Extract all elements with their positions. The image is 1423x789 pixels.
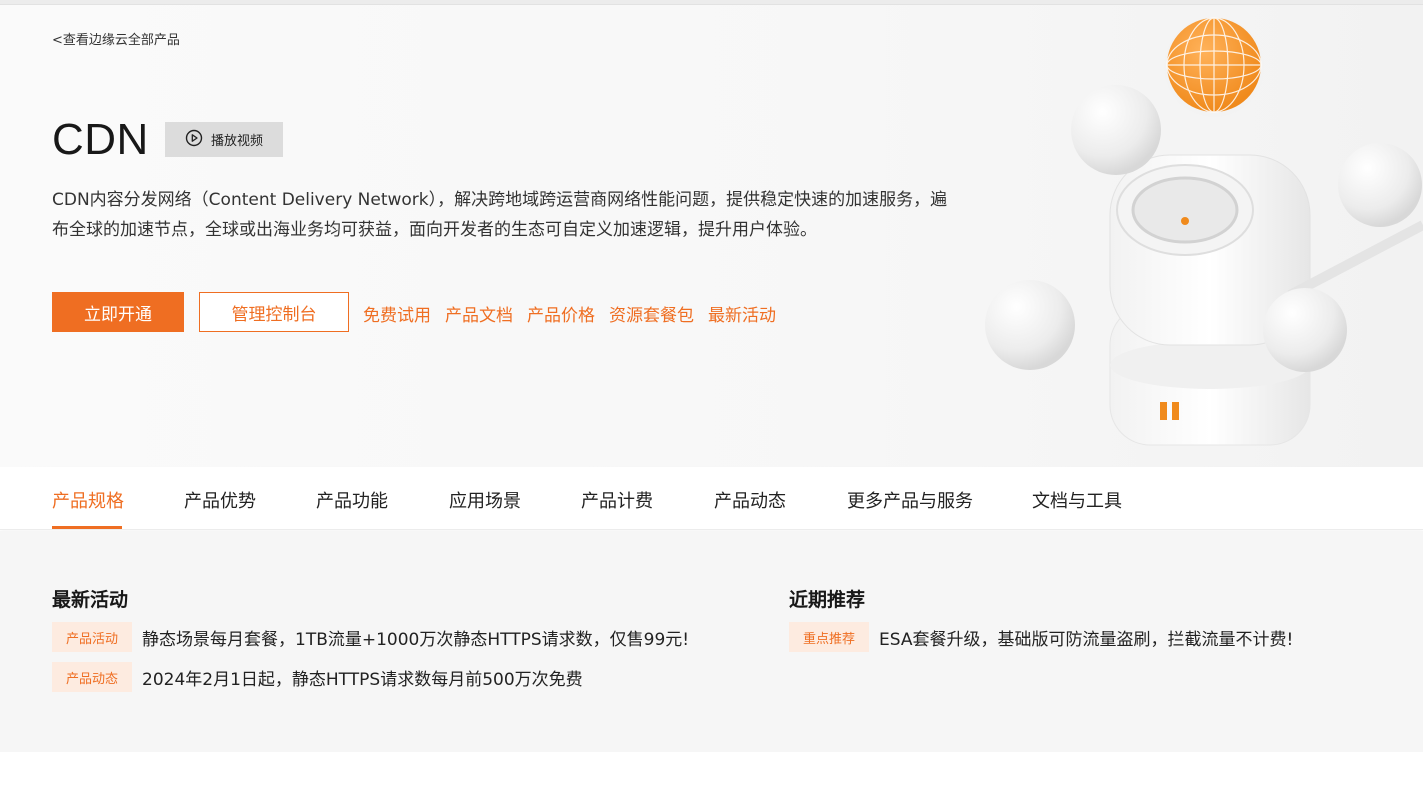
activate-now-button[interactable]: 立即开通 — [52, 292, 184, 332]
resource-package-link[interactable]: 资源套餐包 — [609, 301, 694, 326]
latest-activities-link[interactable]: 最新活动 — [708, 301, 776, 326]
news-text[interactable]: 静态场景每月套餐，1TB流量+1000万次静态HTTPS请求数，仅售99元! — [142, 625, 689, 650]
product-hero: <查看边缘云全部产品 CDN 播放视频 CDN内容分发网络（Content De… — [0, 5, 1423, 467]
play-video-label: 播放视频 — [210, 133, 263, 148]
news-text[interactable]: 2024年2月1日起，静态HTTPS请求数每月前500万次免费 — [142, 665, 583, 690]
tab-product-specs[interactable]: 产品规格 — [52, 487, 124, 513]
tab-more-products[interactable]: 更多产品与服务 — [847, 487, 973, 513]
recent-recommendations-title: 近期推荐 — [789, 589, 866, 611]
news-tag: 重点推荐 — [789, 622, 869, 652]
news-tag: 产品动态 — [52, 662, 132, 692]
quick-links: 免费试用 产品文档 产品价格 资源套餐包 最新活动 — [363, 301, 776, 326]
tab-product-advantages[interactable]: 产品优势 — [184, 487, 256, 513]
news-item[interactable]: 产品活动 静态场景每月套餐，1TB流量+1000万次静态HTTPS请求数，仅售9… — [52, 622, 689, 652]
active-tab-indicator — [52, 526, 122, 529]
tab-billing[interactable]: 产品计费 — [581, 487, 653, 513]
play-circle-icon — [185, 129, 203, 150]
product-docs-link[interactable]: 产品文档 — [445, 301, 513, 326]
tab-docs-tools[interactable]: 文档与工具 — [1032, 487, 1122, 513]
free-trial-link[interactable]: 免费试用 — [363, 301, 431, 326]
product-pricing-link[interactable]: 产品价格 — [527, 301, 595, 326]
news-tag: 产品活动 — [52, 622, 132, 652]
tab-product-news[interactable]: 产品动态 — [714, 487, 786, 513]
latest-activities-title: 最新活动 — [52, 589, 129, 611]
news-item[interactable]: 重点推荐 ESA套餐升级，基础版可防流量盗刷，拦截流量不计费! — [789, 622, 1293, 652]
page-title: CDN — [52, 115, 149, 164]
play-video-button[interactable]: 播放视频 — [165, 122, 283, 157]
tab-use-cases[interactable]: 应用场景 — [449, 487, 521, 513]
product-description: CDN内容分发网络（Content Delivery Network），解决跨地… — [52, 190, 948, 240]
back-to-all-products-link[interactable]: <查看边缘云全部产品 — [52, 29, 180, 48]
management-console-button[interactable]: 管理控制台 — [199, 292, 349, 332]
news-section: 最新活动 产品活动 静态场景每月套餐，1TB流量+1000万次静态HTTPS请求… — [0, 531, 1423, 752]
news-text[interactable]: ESA套餐升级，基础版可防流量盗刷，拦截流量不计费! — [879, 625, 1293, 650]
product-tabs: 产品规格 产品优势 产品功能 应用场景 产品计费 产品动态 更多产品与服务 文档… — [0, 467, 1423, 530]
hero-illustration — [960, 5, 1423, 467]
tab-product-features[interactable]: 产品功能 — [316, 487, 388, 513]
news-item[interactable]: 产品动态 2024年2月1日起，静态HTTPS请求数每月前500万次免费 — [52, 662, 583, 692]
